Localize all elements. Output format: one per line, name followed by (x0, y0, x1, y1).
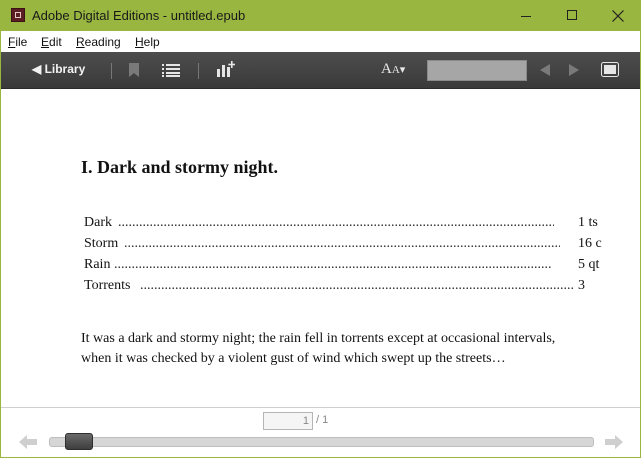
close-button[interactable] (595, 1, 640, 31)
page-navigation-bar: 1 / 1 (1, 408, 640, 457)
menu-reading[interactable]: Reading (76, 35, 121, 49)
font-size-small-glyph: A (391, 64, 400, 76)
menu-help[interactable]: Help (135, 35, 160, 49)
toc-value: 1 ts (578, 215, 598, 230)
chapter-title: I. Dark and stormy night. (81, 157, 279, 177)
toc-label: Torrents (84, 278, 131, 293)
menu-bar: File Edit Reading Help (1, 31, 640, 52)
fullscreen-icon[interactable] (601, 62, 619, 77)
toolbar-divider (198, 63, 199, 79)
menu-edit-label: dit (49, 35, 62, 49)
toc-row: Rain ...................................… (84, 257, 640, 277)
library-button[interactable]: ◀ Library (32, 62, 85, 76)
page-scrollbar-track[interactable] (49, 437, 594, 447)
toc-leader-dots: ........................................… (118, 215, 554, 230)
menu-help-label: elp (143, 35, 160, 49)
previous-page-icon[interactable] (540, 64, 550, 76)
maximize-icon (567, 10, 577, 20)
toc-row: Storm ..................................… (84, 236, 640, 256)
toc-leader-dots: ........................................… (114, 257, 552, 272)
search-input[interactable] (427, 60, 527, 81)
add-bookmark-chart-icon[interactable] (217, 61, 235, 77)
back-arrow-icon[interactable] (19, 435, 37, 449)
toc-row: Torrents ...............................… (84, 278, 640, 298)
maximize-button[interactable] (549, 1, 595, 31)
menu-edit[interactable]: Edit (41, 35, 62, 49)
menu-help-accelerator: H (135, 35, 144, 49)
next-page-icon[interactable] (569, 64, 579, 76)
app-window: Adobe Digital Editions - untitled.epub F… (0, 0, 641, 458)
menu-reading-accelerator: R (76, 35, 85, 49)
table-of-contents-icon[interactable] (162, 63, 180, 77)
font-size-large-glyph: A (381, 61, 392, 77)
menu-edit-accelerator: E (41, 35, 50, 49)
page-total: / 1 (316, 414, 329, 426)
toc-value: 16 c (578, 236, 602, 251)
page-number-input[interactable]: 1 (263, 412, 313, 430)
minimize-icon (521, 16, 531, 17)
toc-label: Rain (84, 257, 111, 272)
menu-reading-label: eading (84, 35, 121, 49)
minimize-button[interactable] (503, 1, 549, 31)
toc-leader-dots: ........................................… (124, 236, 560, 251)
bookmark-icon[interactable] (129, 63, 139, 77)
toolbar-divider (111, 63, 112, 79)
reading-pane: I. Dark and stormy night. Dark .........… (1, 89, 640, 408)
toc-label: Dark (84, 215, 112, 230)
forward-arrow-icon[interactable] (605, 435, 623, 449)
window-title: Adobe Digital Editions - untitled.epub (32, 8, 246, 23)
menu-file[interactable]: File (8, 35, 27, 49)
title-bar: Adobe Digital Editions - untitled.epub (1, 1, 640, 31)
body-paragraph: It was a dark and stormy night; the rain… (81, 331, 556, 366)
toc-leader-dots: ........................................… (140, 278, 574, 293)
toc-value: 5 qt (578, 257, 600, 272)
toc-label: Storm (84, 236, 119, 251)
toc-row: Dark ...................................… (84, 215, 640, 235)
close-icon (612, 10, 624, 22)
menu-file-label: ile (15, 35, 28, 49)
page-scrollbar-thumb[interactable] (65, 433, 94, 450)
reader-toolbar: ◀ Library AA▾ (1, 52, 640, 89)
app-logo-icon (11, 8, 25, 22)
font-size-icon[interactable]: AA▾ (381, 61, 405, 78)
toc-value: 3 (578, 278, 585, 293)
